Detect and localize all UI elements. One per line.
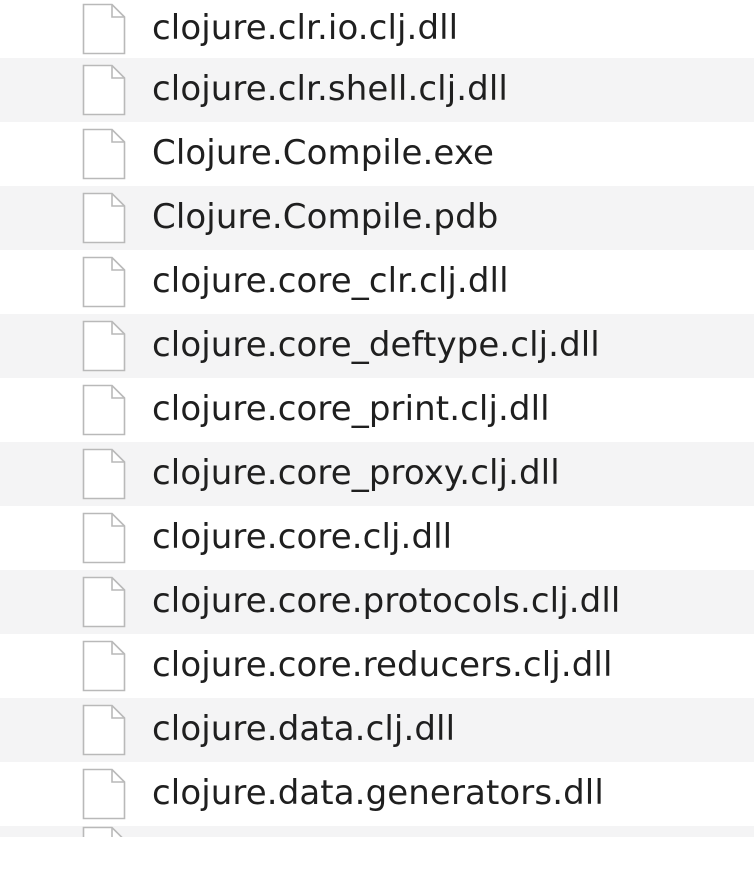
file-name: clojure.clr.io.clj.dll: [152, 8, 459, 49]
file-row[interactable]: clojure.core_deftype.clj.dll: [0, 314, 754, 378]
document-icon: [82, 448, 126, 500]
document-icon: [82, 826, 123, 837]
document-icon: [82, 384, 126, 436]
file-row[interactable]: [0, 826, 754, 837]
file-list: clojure.clr.io.clj.dll clojure.clr.shell…: [0, 0, 754, 875]
file-row[interactable]: clojure.clr.io.clj.dll: [0, 0, 754, 58]
file-name: clojure.core_clr.clj.dll: [152, 261, 509, 302]
file-row[interactable]: clojure.data.clj.dll: [0, 698, 754, 762]
file-name: clojure.data.generators.dll: [152, 773, 604, 814]
document-icon: [82, 256, 126, 308]
file-name: Clojure.Compile.exe: [152, 133, 495, 174]
file-row[interactable]: Clojure.Compile.pdb: [0, 186, 754, 250]
file-row[interactable]: clojure.data.generators.dll: [0, 762, 754, 826]
file-name: clojure.core.protocols.clj.dll: [152, 581, 621, 622]
file-row[interactable]: clojure.clr.shell.clj.dll: [0, 58, 754, 122]
file-row[interactable]: clojure.core_clr.clj.dll: [0, 250, 754, 314]
file-name: clojure.core_proxy.clj.dll: [152, 453, 560, 494]
file-name: clojure.core_deftype.clj.dll: [152, 325, 600, 366]
document-icon: [82, 128, 126, 180]
document-icon: [82, 512, 126, 564]
file-row[interactable]: Clojure.Compile.exe: [0, 122, 754, 186]
document-icon: [82, 640, 126, 692]
document-icon: [82, 64, 126, 116]
file-name: clojure.data.clj.dll: [152, 709, 456, 750]
document-icon: [82, 768, 126, 820]
file-name: clojure.clr.shell.clj.dll: [152, 69, 508, 110]
file-row[interactable]: clojure.core.protocols.clj.dll: [0, 570, 754, 634]
file-name: clojure.core_print.clj.dll: [152, 389, 550, 430]
file-name: clojure.core.reducers.clj.dll: [152, 645, 613, 686]
document-icon: [82, 320, 126, 372]
file-row[interactable]: clojure.core_print.clj.dll: [0, 378, 754, 442]
document-icon: [82, 576, 126, 628]
document-icon: [82, 192, 126, 244]
file-name: clojure.core.clj.dll: [152, 517, 453, 558]
file-row[interactable]: clojure.core.reducers.clj.dll: [0, 634, 754, 698]
document-icon: [82, 704, 126, 756]
file-row[interactable]: clojure.core_proxy.clj.dll: [0, 442, 754, 506]
document-icon: [82, 3, 126, 55]
file-row[interactable]: clojure.core.clj.dll: [0, 506, 754, 570]
file-name: Clojure.Compile.pdb: [152, 197, 499, 238]
